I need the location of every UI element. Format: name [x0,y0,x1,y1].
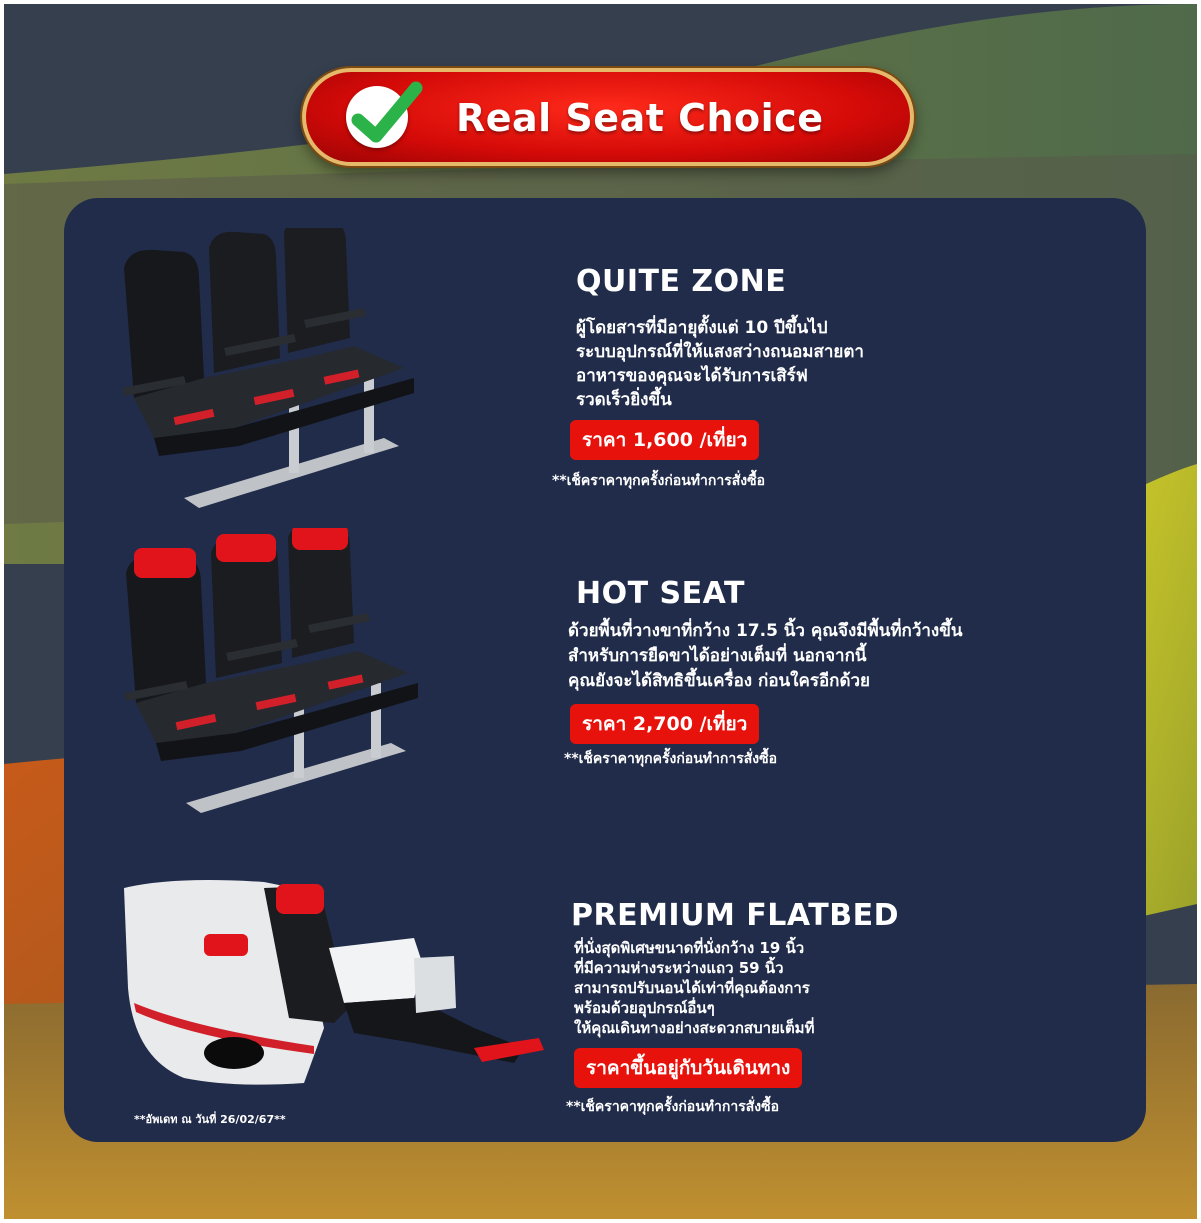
seat-description-premium-flatbed: ที่นั่งสุดพิเศษขนาดที่นั่งกว้าง 19 นิ้ว … [574,938,814,1038]
check-icon [346,81,423,148]
real-seat-choice-banner: Real Seat Choice [302,68,914,166]
economy-seat-red-headrest-image [124,528,418,813]
description-line: ด้วยพื้นที่วางขาที่กว้าง 17.5 นิ้ว คุณจึ… [568,621,963,641]
description-line: รวดเร็วยิ่งขึ้น [576,390,672,410]
price-note-hot-seat: **เช็คราคาทุกครั้งก่อนทำการสั่งซื้อ [564,751,778,767]
description-line: ให้คุณเดินทางอย่างสะดวกสบายเต็มที่ [574,1019,815,1037]
description-line: อาหารของคุณจะได้รับการเสิร์ฟ [576,366,808,386]
seat-description-hot-seat: ด้วยพื้นที่วางขาที่กว้าง 17.5 นิ้ว คุณจึ… [568,619,962,694]
seat-description-quite-zone: ผู้โดยสารที่มีอายุตั้งแต่ 10 ปีขึ้นไป ระ… [576,316,864,412]
description-line: สามารถปรับนอนได้เท่าที่คุณต้องการ [574,979,810,997]
premium-flatbed-seat-image [124,880,544,1085]
price-badge-hot-seat: ราคา 2,700 /เที่ยว [570,704,760,744]
seat-heading-premium-flatbed: PREMIUM FLATBED [571,898,899,933]
description-line: สำหรับการยืดขาได้อย่างเต็มที่ นอกจากนี้ [568,646,867,666]
update-date-note: **อัพเดท ณ วันที่ 26/02/67** [134,1113,286,1126]
description-line: ที่มีความห่างระหว่างแถว 59 นิ้ว [574,959,784,977]
description-line: พร้อมด้วยอุปกรณ์อื่นๆ [574,999,715,1017]
price-badge-quite-zone: ราคา 1,600 /เที่ยว [570,420,760,460]
economy-seat-black-headrest-image [122,228,414,508]
description-line: ที่นั่งสุดพิเศษขนาดที่นั่งกว้าง 19 นิ้ว [574,939,805,957]
description-line: ผู้โดยสารที่มีอายุตั้งแต่ 10 ปีขึ้นไป [576,318,828,338]
seat-options-card: QUITE ZONE ผู้โดยสารที่มีอายุตั้งแต่ 10 … [64,198,1146,1142]
description-line: ระบบอุปกรณ์ที่ให้แสงสว่างถนอมสายตา [576,342,864,362]
banner-title: Real Seat Choice [456,96,824,140]
price-badge-premium-flatbed: ราคาขึ้นอยู่กับวันเดินทาง [574,1048,803,1088]
seat-heading-hot-seat: HOT SEAT [576,576,745,611]
description-line: คุณยังจะได้สิทธิขึ้นเครื่อง ก่อนใครอีกด้… [568,671,871,691]
price-note-premium-flatbed: **เช็คราคาทุกครั้งก่อนทำการสั่งซื้อ [566,1099,780,1115]
price-note-quite-zone: **เช็คราคาทุกครั้งก่อนทำการสั่งซื้อ [552,473,766,489]
seat-heading-quite-zone: QUITE ZONE [576,264,787,299]
